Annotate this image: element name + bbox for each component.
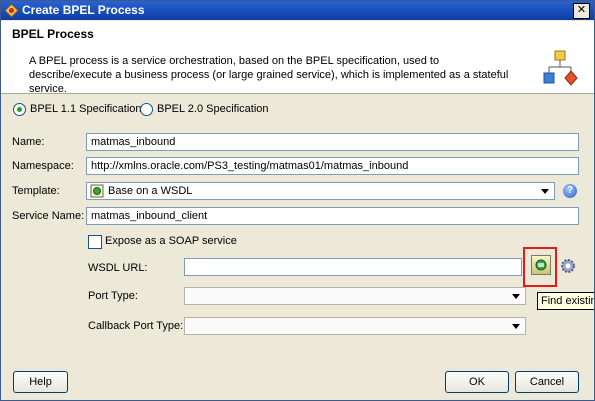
expose-soap-label: Expose as a SOAP service [105, 235, 237, 247]
create-bpel-process-dialog: Create BPEL Process ✕ BPEL Process A BPE… [0, 0, 595, 401]
wsdl-url-label: WSDL URL: [88, 262, 148, 274]
expose-soap-checkbox[interactable] [88, 235, 102, 249]
window-title: Create BPEL Process [22, 3, 145, 17]
bpel-20-label: BPEL 2.0 Specification [157, 103, 269, 115]
service-name-input[interactable]: matmas_inbound_client [86, 207, 579, 225]
wsdl-url-input[interactable] [184, 258, 522, 276]
chevron-down-icon[interactable] [510, 319, 522, 333]
cancel-button[interactable]: Cancel [515, 371, 579, 393]
ok-button[interactable]: OK [445, 371, 509, 393]
find-wsdl-icon [531, 255, 551, 275]
bpel-11-radio[interactable]: BPEL 1.1 Specification [13, 101, 142, 117]
find-existing-tooltip: Find existin [537, 292, 594, 310]
name-label: Name: [12, 136, 45, 148]
namespace-label: Namespace: [12, 160, 74, 172]
close-icon: ✕ [576, 4, 587, 16]
find-existing-wsdl-button[interactable] [523, 247, 557, 287]
radio-unselected-icon [140, 102, 153, 116]
namespace-input[interactable]: http://xmlns.oracle.com/PS3_testing/matm… [86, 157, 579, 175]
service-name-label: Service Name: [12, 210, 85, 222]
template-label: Template: [12, 185, 60, 197]
template-select[interactable]: Base on a WSDL [86, 182, 555, 200]
chevron-down-icon[interactable] [539, 184, 551, 198]
wsdl-icon [90, 184, 104, 198]
port-type-select[interactable] [184, 287, 526, 305]
header-panel: BPEL Process A BPEL process is a service… [1, 21, 594, 95]
bpel-process-icon [543, 50, 578, 86]
help-icon[interactable]: ? [563, 184, 577, 198]
radio-selected-icon [13, 102, 26, 116]
chevron-down-icon[interactable] [510, 289, 522, 303]
template-value: Base on a WSDL [108, 185, 193, 197]
bpel-20-radio[interactable]: BPEL 2.0 Specification [140, 101, 269, 117]
header-description: A BPEL process is a service orchestratio… [29, 55, 509, 95]
header-title: BPEL Process [12, 27, 94, 41]
title-bar[interactable]: Create BPEL Process ✕ [1, 1, 594, 20]
bpel-11-label: BPEL 1.1 Specification [30, 103, 142, 115]
help-button[interactable]: Help [13, 371, 68, 393]
callback-port-type-label: Callback Port Type: [88, 320, 184, 332]
port-type-label: Port Type: [88, 290, 138, 302]
close-button[interactable]: ✕ [573, 3, 590, 19]
gear-icon[interactable] [560, 258, 576, 274]
name-input[interactable]: matmas_inbound [86, 133, 579, 151]
oracle-app-icon [4, 3, 19, 18]
callback-port-type-select[interactable] [184, 317, 526, 335]
